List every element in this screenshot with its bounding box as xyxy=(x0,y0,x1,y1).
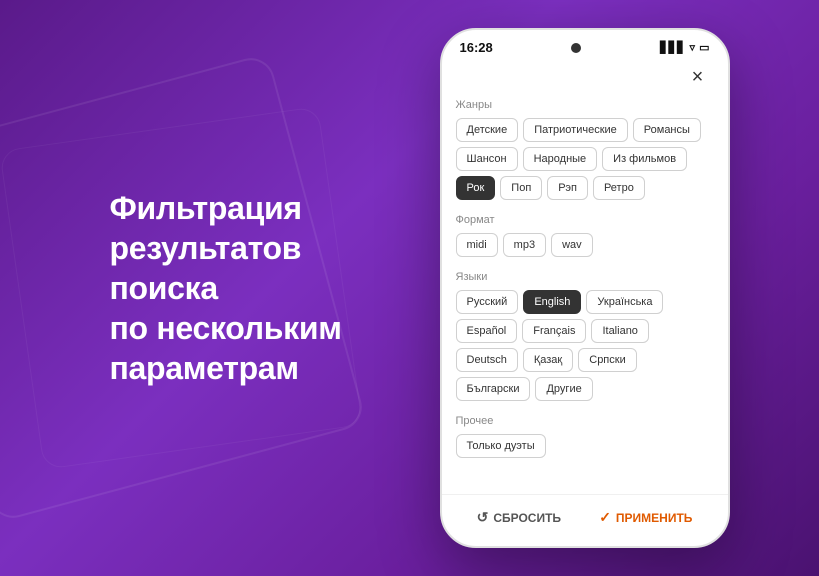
format-tags: midi mp3 wav xyxy=(456,233,714,257)
tag-български[interactable]: Български xyxy=(456,377,531,401)
other-section: Прочее Только дуэты xyxy=(456,415,714,458)
tag-поп[interactable]: Поп xyxy=(500,176,542,200)
tag-english[interactable]: English xyxy=(523,290,581,314)
tag-italiano[interactable]: Italiano xyxy=(591,319,648,343)
tag-из-фильмов[interactable]: Из фильмов xyxy=(602,147,687,171)
tag-wav[interactable]: wav xyxy=(551,233,593,257)
wifi-icon: ▿ xyxy=(690,41,696,54)
other-label: Прочее xyxy=(456,415,714,427)
tag-только-дуэты[interactable]: Только дуэты xyxy=(456,434,546,458)
reset-icon: ↺ xyxy=(477,509,489,526)
status-bar: 16:28 ▋▋▋ ▿ ▭ xyxy=(442,30,728,59)
tag-шансон[interactable]: Шансон xyxy=(456,147,518,171)
status-icons: ▋▋▋ ▿ ▭ xyxy=(660,41,709,54)
phone-header: × xyxy=(442,59,728,99)
close-button[interactable]: × xyxy=(684,63,712,91)
tag-украинська[interactable]: Українська xyxy=(586,290,663,314)
apply-button[interactable]: ✓ ПРИМЕНИТЬ xyxy=(599,509,692,526)
tag-español[interactable]: Español xyxy=(456,319,518,343)
status-time: 16:28 xyxy=(460,40,493,55)
format-section: Формат midi mp3 wav xyxy=(456,214,714,257)
languages-tags: Русский English Українська Español Franç… xyxy=(456,290,714,401)
tag-романсы[interactable]: Романсы xyxy=(633,118,701,142)
format-label: Формат xyxy=(456,214,714,226)
tag-рэп[interactable]: Рэп xyxy=(547,176,588,200)
camera-notch xyxy=(571,43,581,53)
tag-midi[interactable]: midi xyxy=(456,233,498,257)
tag-рок[interactable]: Рок xyxy=(456,176,496,200)
phone-mockup: 16:28 ▋▋▋ ▿ ▭ × Жанры Детские Патриотиче… xyxy=(440,28,730,548)
tag-қазақ[interactable]: Қазақ xyxy=(523,348,573,372)
tag-deutsch[interactable]: Deutsch xyxy=(456,348,518,372)
other-tags: Только дуэты xyxy=(456,434,714,458)
tag-српски[interactable]: Српски xyxy=(578,348,636,372)
battery-icon: ▭ xyxy=(699,41,709,54)
tag-патриотические[interactable]: Патриотические xyxy=(523,118,628,142)
tag-русский[interactable]: Русский xyxy=(456,290,519,314)
genres-section: Жанры Детские Патриотические Романсы Шан… xyxy=(456,99,714,200)
signal-icon: ▋▋▋ xyxy=(660,41,685,54)
apply-label: ПРИМЕНИТЬ xyxy=(616,511,693,525)
reset-label: СБРОСИТЬ xyxy=(493,511,561,525)
left-section: Фильтрация результатов поиска по несколь… xyxy=(60,148,440,428)
phone-footer: ↺ СБРОСИТЬ ✓ ПРИМЕНИТЬ xyxy=(442,494,728,546)
tag-français[interactable]: Français xyxy=(522,319,586,343)
tag-другие[interactable]: Другие xyxy=(535,377,592,401)
phone-content: Жанры Детские Патриотические Романсы Шан… xyxy=(442,99,728,494)
tag-народные[interactable]: Народные xyxy=(523,147,598,171)
genres-tags: Детские Патриотические Романсы Шансон На… xyxy=(456,118,714,200)
tag-mp3[interactable]: mp3 xyxy=(503,233,546,257)
genres-label: Жанры xyxy=(456,99,714,111)
languages-label: Языки xyxy=(456,271,714,283)
reset-button[interactable]: ↺ СБРОСИТЬ xyxy=(477,509,561,526)
tag-ретро[interactable]: Ретро xyxy=(593,176,645,200)
apply-icon: ✓ xyxy=(599,509,611,526)
tag-детские[interactable]: Детские xyxy=(456,118,519,142)
headline: Фильтрация результатов поиска по несколь… xyxy=(110,188,390,388)
languages-section: Языки Русский English Українська Español… xyxy=(456,271,714,401)
